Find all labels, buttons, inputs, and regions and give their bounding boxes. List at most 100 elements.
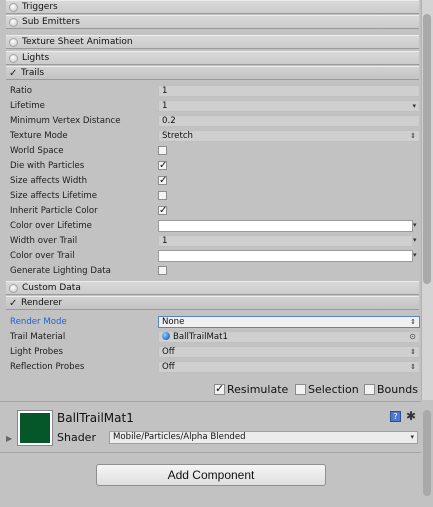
property-label: Die with Particles <box>10 161 85 171</box>
material-icon <box>162 332 170 340</box>
module-label: Renderer <box>21 298 63 308</box>
updown-icon: ⇕ <box>410 363 416 371</box>
property-label: Size affects Width <box>10 176 88 186</box>
module-trails[interactable]: ✓ Trails <box>6 66 419 80</box>
gear-icon[interactable]: ✱ <box>406 409 416 423</box>
property-label: Texture Mode <box>10 131 68 141</box>
property-label: Color over Lifetime <box>10 221 92 231</box>
module-label: Trails <box>21 68 45 78</box>
chevron-down-icon[interactable]: ▾ <box>412 101 416 111</box>
texture-mode-dropdown[interactable]: Stretch ⇕ <box>158 130 420 142</box>
row-width-over-trail: Width over Trail 1 ▾ <box>6 234 419 249</box>
row-min-vertex-distance: Minimum Vertex Distance 0.2 <box>6 114 420 129</box>
selection-checkbox[interactable] <box>295 383 306 395</box>
particle-system-inspector: Triggers Sub Emitters Texture Sheet Anim… <box>0 0 433 507</box>
bounds-checkbox[interactable] <box>364 383 375 395</box>
lifetime-field[interactable]: 1 ▾ <box>158 100 420 112</box>
property-label: Generate Lighting Data <box>10 266 111 276</box>
updown-icon: ⇕ <box>410 132 416 140</box>
row-size-affects-lifetime: Size affects Lifetime <box>6 189 419 204</box>
inherit-particle-color-checkbox[interactable]: ✓ <box>158 206 167 216</box>
chevron-down-icon: ▾ <box>410 433 414 441</box>
reflection-probes-dropdown[interactable]: Off ⇕ <box>158 361 420 373</box>
selection-toggle[interactable]: Selection <box>295 382 359 396</box>
resimulate-label: Resimulate <box>227 382 289 396</box>
module-toggle-radio[interactable] <box>9 2 18 12</box>
material-name: BallTrailMat1 <box>57 411 134 425</box>
chevron-down-icon[interactable]: ▾ <box>413 251 417 259</box>
color-over-trail-swatch[interactable] <box>158 250 413 262</box>
property-label: Minimum Vertex Distance <box>10 116 121 126</box>
property-label: Light Probes <box>10 347 64 357</box>
module-toggle-radio[interactable] <box>9 37 18 47</box>
module-texture-sheet-animation[interactable]: Texture Sheet Animation <box>6 35 419 49</box>
property-label: Reflection Probes <box>10 362 85 372</box>
row-trail-material: Trail Material BallTrailMat1 ⊙ <box>6 330 420 345</box>
updown-icon: ⇕ <box>410 318 416 326</box>
module-toggle-radio[interactable] <box>9 17 18 27</box>
chevron-down-icon[interactable]: ▾ <box>413 221 417 229</box>
row-color-over-lifetime: Color over Lifetime ▾ <box>6 219 419 234</box>
resimulate-checkbox[interactable]: ✓ <box>214 383 225 395</box>
module-toggle-radio[interactable] <box>9 53 18 63</box>
check-icon[interactable]: ✓ <box>9 298 18 308</box>
property-label: Render Mode <box>10 317 67 327</box>
row-generate-lighting-data: Generate Lighting Data <box>6 264 419 279</box>
row-ratio: Ratio 1 <box>6 84 420 99</box>
light-probes-dropdown[interactable]: Off ⇕ <box>158 346 420 358</box>
module-triggers[interactable]: Triggers <box>6 0 419 14</box>
property-label: World Space <box>10 146 64 156</box>
row-texture-mode: Texture Mode Stretch ⇕ <box>6 129 420 144</box>
check-icon[interactable]: ✓ <box>9 68 18 78</box>
module-custom-data[interactable]: Custom Data <box>6 281 419 295</box>
row-reflection-probes: Reflection Probes Off ⇕ <box>6 360 420 375</box>
help-book-icon[interactable]: ? <box>390 411 401 422</box>
shader-label: Shader <box>57 431 96 444</box>
module-label: Lights <box>22 53 50 63</box>
row-lifetime: Lifetime 1 ▾ <box>6 99 420 114</box>
module-toggle-radio[interactable] <box>9 283 18 293</box>
module-label: Sub Emitters <box>22 17 80 27</box>
row-world-space: World Space <box>6 144 419 159</box>
bounds-label: Bounds <box>377 382 418 396</box>
ratio-field[interactable]: 1 <box>158 85 420 97</box>
die-with-particles-checkbox[interactable]: ✓ <box>158 161 167 171</box>
row-size-affects-width: Size affects Width ✓ <box>6 174 419 189</box>
module-label: Triggers <box>22 2 58 12</box>
module-lights[interactable]: Lights <box>6 51 419 65</box>
property-label: Inherit Particle Color <box>10 206 98 216</box>
row-die-with-particles: Die with Particles ✓ <box>6 159 419 174</box>
bounds-toggle[interactable]: Bounds <box>364 382 418 396</box>
size-affects-lifetime-checkbox[interactable] <box>158 191 167 200</box>
scrollbar-thumb-lower[interactable] <box>423 410 431 496</box>
scrollbar-thumb[interactable] <box>423 14 431 284</box>
chevron-down-icon[interactable]: ▾ <box>413 236 417 244</box>
color-over-lifetime-swatch[interactable] <box>158 220 413 232</box>
divider <box>0 452 421 453</box>
add-component-button[interactable]: Add Component <box>96 464 326 486</box>
material-preview-swatch[interactable] <box>18 411 52 445</box>
module-renderer[interactable]: ✓ Renderer <box>6 296 419 310</box>
property-label: Ratio <box>10 86 33 96</box>
property-label: Color over Trail <box>10 251 75 261</box>
divider <box>0 401 421 402</box>
property-label: Width over Trail <box>10 236 78 246</box>
row-light-probes: Light Probes Off ⇕ <box>6 345 420 360</box>
size-affects-width-checkbox[interactable]: ✓ <box>158 176 167 186</box>
module-sub-emitters[interactable]: Sub Emitters <box>6 15 419 29</box>
width-over-trail-field[interactable]: 1 <box>158 235 413 247</box>
object-picker-icon[interactable]: ⊙ <box>409 332 416 342</box>
property-label: Trail Material <box>10 332 66 342</box>
generate-lighting-data-checkbox[interactable] <box>158 266 167 275</box>
min-vertex-distance-field[interactable]: 0.2 <box>158 115 420 127</box>
updown-icon: ⇕ <box>410 348 416 356</box>
shader-dropdown[interactable]: Mobile/Particles/Alpha Blended ▾ <box>109 431 418 444</box>
module-label: Custom Data <box>22 283 81 293</box>
world-space-checkbox[interactable] <box>158 146 167 155</box>
render-mode-dropdown[interactable]: None ⇕ <box>158 316 420 328</box>
resimulate-toggle[interactable]: ✓ Resimulate <box>214 382 288 396</box>
row-render-mode: Render Mode None ⇕ <box>6 315 420 330</box>
trail-material-field[interactable]: BallTrailMat1 ⊙ <box>158 331 420 343</box>
property-label: Size affects Lifetime <box>10 191 98 201</box>
foldout-arrow-icon[interactable]: ▶ <box>6 434 12 443</box>
